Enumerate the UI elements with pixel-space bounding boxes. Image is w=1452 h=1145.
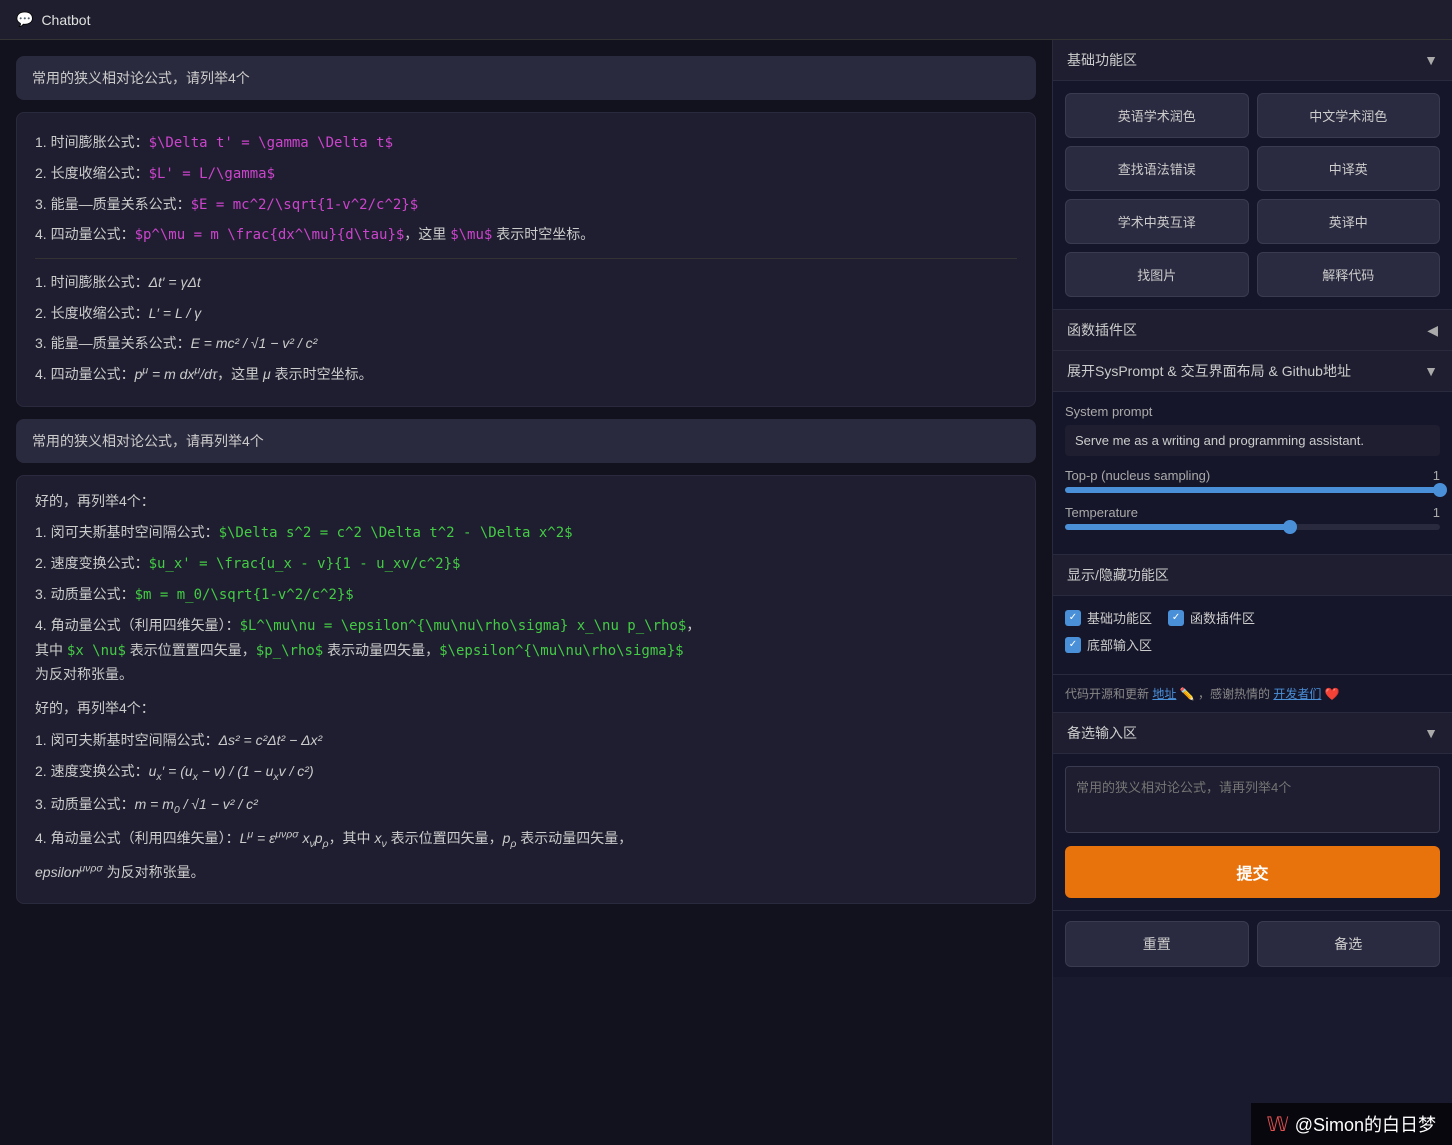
btn-explain-code[interactable]: 解释代码 [1257, 252, 1441, 297]
temperature-slider[interactable] [1065, 524, 1440, 530]
formula-item: 1. 时间膨胀公式：$\Delta t' = \gamma \Delta t$ [35, 131, 1017, 156]
plugin-section-header[interactable]: 函数插件区 ◀ [1053, 310, 1452, 351]
chevron-right-icon: ◀ [1427, 322, 1438, 339]
alt-input-textarea[interactable] [1065, 766, 1440, 833]
visibility-section-header[interactable]: 显示/隐藏功能区 [1053, 555, 1452, 596]
watermark: 𝕎 @Simon的白日梦 [1251, 1103, 1452, 1145]
formula-item: 2. 长度收缩公式：$L' = L/\gamma$ [35, 162, 1017, 187]
checkbox-plugin-box[interactable]: ✓ [1168, 610, 1184, 626]
formula-item: 2. 速度变换公式：$u_x' = \frac{u_x - v}{1 - u_x… [35, 552, 1017, 577]
btn-zh-to-en[interactable]: 中译英 [1257, 146, 1441, 191]
top-bar-title: Chatbot [41, 12, 90, 28]
basic-section-header[interactable]: 基础功能区 ▼ [1053, 40, 1452, 81]
checkbox-basic[interactable]: ✓ 基础功能区 [1065, 608, 1152, 627]
temperature-fill [1065, 524, 1290, 530]
chatbot-icon: 💬 [16, 11, 33, 28]
formula-item: 4. 四动量公式：$p^\mu = m \frac{dx^\mu}{d\tau}… [35, 223, 1017, 248]
checkbox-plugin[interactable]: ✓ 函数插件区 [1168, 608, 1255, 627]
developers-link[interactable]: 开发者们 [1273, 687, 1321, 701]
chevron-down-icon: ▼ [1424, 52, 1438, 68]
checkbox-basic-box[interactable]: ✓ [1065, 610, 1081, 626]
top-p-slider[interactable] [1065, 487, 1440, 493]
visibility-section-content: ✓ 基础功能区 ✓ 函数插件区 ✓ 底部输入区 [1053, 596, 1452, 675]
top-bar: 💬 Chatbot [0, 0, 1452, 40]
top-p-fill [1065, 487, 1440, 493]
btn-en-to-zh[interactable]: 英译中 [1257, 199, 1441, 244]
weibo-icon: 𝕎 [1267, 1112, 1289, 1137]
response-intro: 好的，再列举4个： [35, 490, 1017, 514]
assistant-message-1: 1. 时间膨胀公式：$\Delta t' = \gamma \Delta t$ … [16, 112, 1036, 407]
formula-item: 4. 角动量公式（利用四维矢量）：$L^\mu\nu = \epsilon^{\… [35, 614, 1017, 687]
btn-grammar-check[interactable]: 查找语法错误 [1065, 146, 1249, 191]
chat-panel: 常用的狭义相对论公式，请列举4个 1. 时间膨胀公式：$\Delta t' = … [0, 40, 1052, 1145]
main-container: 常用的狭义相对论公式，请列举4个 1. 时间膨胀公式：$\Delta t' = … [0, 40, 1452, 1145]
checkbox-bottom-box[interactable]: ✓ [1065, 637, 1081, 653]
top-p-slider-row: Top-p (nucleus sampling) 1 [1065, 468, 1440, 493]
reset-button[interactable]: 重置 [1065, 921, 1249, 967]
user-message-2: 常用的狭义相对论公式，请再列举4个 [16, 419, 1036, 463]
assistant-message-2: 好的，再列举4个： 1. 闵可夫斯基时空间隔公式：$\Delta s^2 = c… [16, 475, 1036, 905]
user-message-1: 常用的狭义相对论公式，请列举4个 [16, 56, 1036, 100]
top-p-thumb[interactable] [1433, 483, 1447, 497]
basic-section-content: 英语学术润色 中文学术润色 查找语法错误 中译英 学术中英互译 英译中 找图片 … [1053, 81, 1452, 310]
btn-english-polish[interactable]: 英语学术润色 [1065, 93, 1249, 138]
response-intro-2: 好的，再列举4个： [35, 697, 1017, 721]
alt-input-content: 提交 [1053, 754, 1452, 911]
bottom-buttons: 重置 备选 [1053, 911, 1452, 977]
temperature-thumb[interactable] [1283, 520, 1297, 534]
btn-academic-translate[interactable]: 学术中英互译 [1065, 199, 1249, 244]
function-buttons: 英语学术润色 中文学术润色 查找语法错误 中译英 学术中英互译 英译中 找图片 … [1065, 93, 1440, 297]
alt-input-header[interactable]: 备选输入区 ▼ [1053, 713, 1452, 754]
alt-button[interactable]: 备选 [1257, 921, 1441, 967]
temperature-slider-row: Temperature 1 [1065, 505, 1440, 530]
checkbox-row-1: ✓ 基础功能区 ✓ 函数插件区 [1065, 608, 1440, 627]
sysprompt-content: System prompt Serve me as a writing and … [1053, 392, 1452, 555]
source-link[interactable]: 地址 [1152, 687, 1176, 701]
rendered-block: 1. 时间膨胀公式：Δt′ = γΔt 2. 长度收缩公式：L′ = L / γ… [35, 269, 1017, 387]
footer-note: 代码开源和更新 地址 ✏️ ，感谢热情的 开发者们 ❤️ [1053, 675, 1452, 713]
checkbox-row-2: ✓ 底部输入区 [1065, 635, 1440, 654]
submit-button[interactable]: 提交 [1065, 846, 1440, 898]
rendered-block-2: 1. 闵可夫斯基时空间隔公式：Δs² = c²Δt² − Δx² 2. 速度变换… [35, 727, 1017, 885]
chevron-down-icon-2: ▼ [1424, 363, 1438, 379]
formula-item: 3. 能量—质量关系公式：$E = mc^2/\sqrt{1-v^2/c^2}$ [35, 193, 1017, 218]
formula-item: 3. 动质量公式：$m = m_0/\sqrt{1-v^2/c^2}$ [35, 583, 1017, 608]
btn-chinese-polish[interactable]: 中文学术润色 [1257, 93, 1441, 138]
btn-find-image[interactable]: 找图片 [1065, 252, 1249, 297]
formula-item: 1. 闵可夫斯基时空间隔公式：$\Delta s^2 = c^2 \Delta … [35, 521, 1017, 546]
system-prompt-value: Serve me as a writing and programming as… [1065, 425, 1440, 456]
right-panel: 基础功能区 ▼ 英语学术润色 中文学术润色 查找语法错误 中译英 学术中英互译 … [1052, 40, 1452, 1145]
sysprompt-header[interactable]: 展开SysPrompt & 交互界面布局 & Github地址 ▼ [1053, 351, 1452, 392]
chevron-down-icon-3: ▼ [1424, 725, 1438, 741]
checkbox-bottom-input[interactable]: ✓ 底部输入区 [1065, 635, 1152, 654]
